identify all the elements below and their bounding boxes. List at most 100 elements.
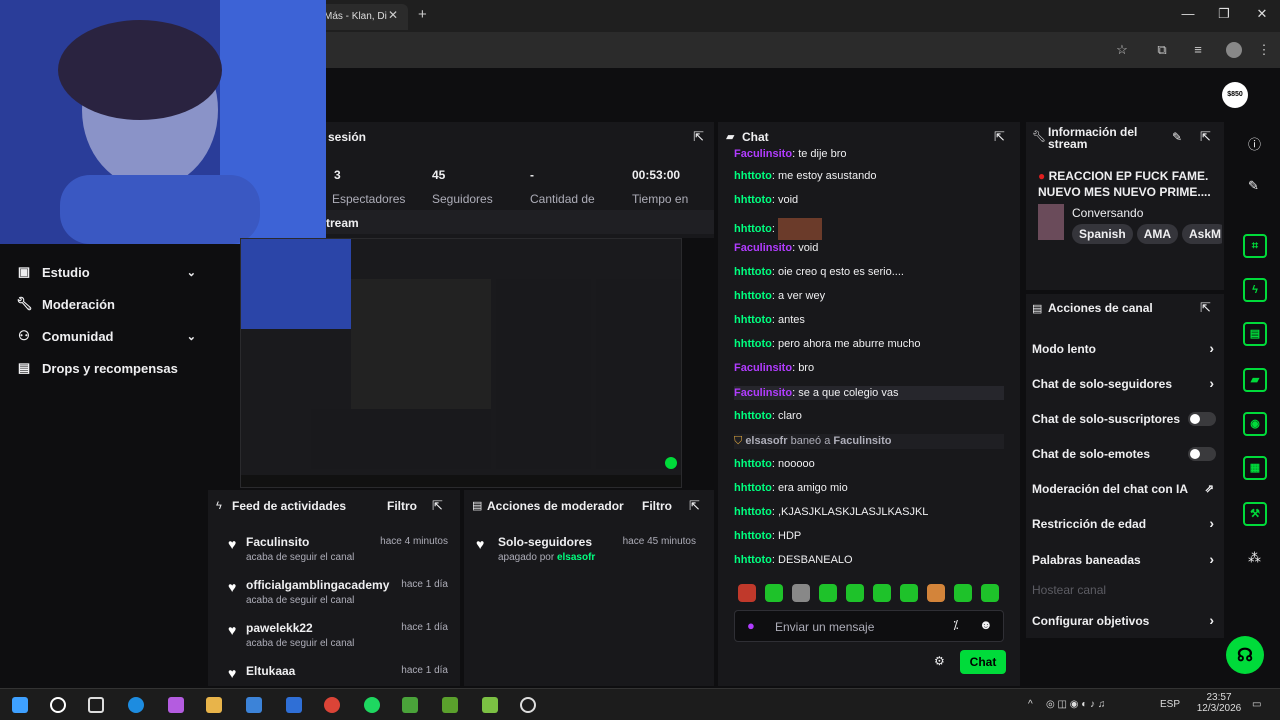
follower-name[interactable]: Eltukaaa — [246, 664, 295, 678]
wrench-icon[interactable]: ⚒ — [1243, 502, 1267, 526]
emote-button[interactable] — [819, 584, 837, 602]
copilot-icon[interactable] — [168, 697, 184, 713]
task-view-icon[interactable] — [88, 697, 104, 713]
emotes-only-toggle[interactable] — [1188, 447, 1216, 461]
popout-icon[interactable]: ⇱ — [432, 498, 443, 514]
broadcast-icon[interactable]: ◉ — [1243, 412, 1267, 436]
tag[interactable]: Spanish — [1072, 224, 1133, 244]
action-goals[interactable]: Configurar objetivos › — [1032, 612, 1218, 628]
subs-only-toggle[interactable] — [1188, 412, 1216, 426]
menu-dots-icon[interactable]: ⋮ — [1256, 42, 1272, 58]
action-followers-only[interactable]: Chat de solo-seguidores › — [1032, 375, 1218, 391]
store-icon[interactable] — [246, 697, 262, 713]
chat-username[interactable]: hhttoto — [734, 554, 772, 566]
maximize-icon[interactable]: ❐ — [1214, 6, 1234, 22]
popout-icon[interactable]: ⇱ — [994, 129, 1005, 145]
edge-icon[interactable] — [128, 697, 144, 713]
popout-icon[interactable]: ⇱ — [689, 498, 700, 514]
chat-username[interactable]: Faculinsito — [734, 387, 792, 399]
spotify-icon[interactable] — [364, 697, 380, 713]
gear-icon[interactable]: ⚙ — [934, 654, 945, 668]
game-icon[interactable] — [442, 697, 458, 713]
category-name[interactable]: Conversando — [1072, 206, 1143, 220]
follower-name[interactable]: Faculinsito — [246, 535, 309, 549]
chat-input[interactable]: ● Enviar un mensaje ⁒ ☻ — [734, 610, 1004, 642]
search-icon[interactable] — [50, 697, 66, 713]
popout-icon[interactable]: ⇱ — [1200, 129, 1211, 145]
film-icon[interactable]: ▦ — [1243, 456, 1267, 480]
popout-icon[interactable]: ⇱ — [1200, 300, 1211, 316]
sidebar-item-moderacion[interactable]: 🔧︎ Moderación — [16, 296, 196, 312]
emote-button[interactable] — [954, 584, 972, 602]
chat-username[interactable]: hhttoto — [734, 194, 772, 206]
chat-username[interactable]: Faculinsito — [734, 242, 792, 254]
clip-icon[interactable]: ⌗ — [1243, 234, 1267, 258]
close-window-icon[interactable]: ✕ — [1252, 6, 1272, 22]
extensions-icon[interactable]: ⧉ — [1154, 42, 1170, 58]
profile-icon[interactable] — [1226, 42, 1242, 58]
pencil-icon[interactable]: ✎ — [1248, 178, 1259, 194]
share-icon[interactable]: ⁂ — [1248, 550, 1261, 566]
star-icon[interactable]: ☆ — [1114, 42, 1130, 58]
obs-icon[interactable] — [520, 697, 536, 713]
filter-button[interactable]: Filtro — [387, 499, 417, 513]
tab-close-icon[interactable]: ✕ — [388, 8, 398, 22]
chat-username[interactable]: hhttoto — [734, 290, 772, 302]
translate-icon[interactable]: ⁒ — [953, 618, 958, 632]
minecraft-icon[interactable] — [402, 697, 418, 713]
stream-preview[interactable] — [240, 238, 682, 488]
pencil-icon[interactable]: ✎ — [1172, 130, 1182, 144]
info-icon[interactable]: ⓘ — [1248, 134, 1261, 153]
outlook-icon[interactable] — [286, 697, 302, 713]
notification-icon[interactable]: ▭ — [1252, 699, 1261, 710]
emote-button[interactable] — [792, 584, 810, 602]
emote-button[interactable] — [873, 584, 891, 602]
sidebar-item-estudio[interactable]: ▣ Estudio ⌄ — [16, 264, 196, 280]
emote-button[interactable] — [738, 584, 756, 602]
emote-button[interactable] — [900, 584, 918, 602]
chat-username[interactable]: hhttoto — [734, 314, 772, 326]
new-tab-icon[interactable]: + — [418, 6, 427, 23]
emote-button[interactable] — [765, 584, 783, 602]
follower-name[interactable]: pawelekk22 — [246, 621, 313, 635]
chat-username[interactable]: hhttoto — [734, 482, 772, 494]
chat-username[interactable]: hhttoto — [734, 338, 772, 350]
emote-button[interactable] — [846, 584, 864, 602]
chat-username[interactable]: hhttoto — [734, 458, 772, 470]
action-age-restriction[interactable]: Restricción de edad › — [1032, 515, 1218, 531]
tray-icons[interactable]: ◎ ◫ ◉ ◐ ♪ ♫ — [1046, 699, 1105, 710]
emote-button[interactable] — [981, 584, 999, 602]
chrome-icon[interactable] — [324, 697, 340, 713]
action-banned-words[interactable]: Palabras baneadas › — [1032, 551, 1218, 567]
chat-username[interactable]: Faculinsito — [734, 362, 792, 374]
banned-username[interactable]: Faculinsito — [833, 435, 891, 447]
tray-chevron-icon[interactable]: ^ — [1028, 699, 1033, 710]
avatar[interactable]: $850 — [1222, 82, 1248, 108]
chat-username[interactable]: hhttoto — [734, 266, 772, 278]
popout-icon[interactable]: ⇱ — [693, 129, 704, 145]
action-slow-mode[interactable]: Modo lento › — [1032, 340, 1218, 356]
category-thumbnail[interactable] — [1038, 204, 1064, 240]
language-indicator[interactable]: ESP — [1160, 699, 1180, 710]
sidebar-item-comunidad[interactable]: ⚇ Comunidad ⌄ — [16, 328, 196, 344]
tag[interactable]: AskM — [1182, 224, 1222, 244]
chat-username[interactable]: hhttoto — [734, 506, 772, 518]
launcher-icon[interactable] — [482, 697, 498, 713]
media-icon[interactable]: ≡ — [1190, 42, 1206, 58]
emote-button[interactable] — [927, 584, 945, 602]
filter-button[interactable]: Filtro — [642, 499, 672, 513]
microphone-icon[interactable]: ● — [747, 618, 755, 633]
sidebar-item-drops[interactable]: ▤ Drops y recompensas — [16, 360, 196, 376]
chat-username[interactable]: Faculinsito — [734, 148, 792, 160]
chat-username[interactable]: hhttoto — [734, 410, 772, 422]
minimize-icon[interactable]: — — [1178, 6, 1198, 21]
follower-name[interactable]: officialgamblingacademy — [246, 578, 389, 592]
document-icon[interactable]: ▤ — [1243, 322, 1267, 346]
clock[interactable]: 23:57 12/3/2026 — [1196, 692, 1242, 714]
emoji-icon[interactable]: ☻ — [979, 617, 993, 632]
mod-username[interactable]: elsasofr — [745, 435, 787, 447]
chat-username[interactable]: hhttoto — [734, 530, 772, 542]
tag[interactable]: AMA — [1136, 224, 1179, 244]
action-ai-moderation[interactable]: Moderación del chat con IA ⇗ — [1032, 482, 1218, 496]
chat-send-button[interactable]: Chat — [960, 650, 1006, 674]
